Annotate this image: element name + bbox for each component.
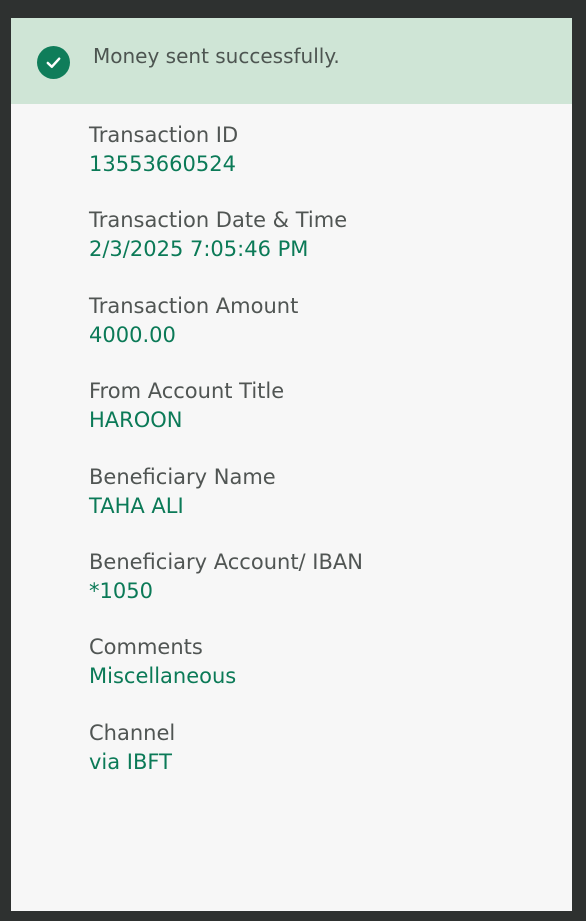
detail-comments: Comments Miscellaneous <box>89 634 552 719</box>
detail-transaction-id: Transaction ID 13553660524 <box>89 122 552 207</box>
detail-value: 4000.00 <box>89 322 176 347</box>
success-banner: Money sent successfully. <box>11 18 572 104</box>
detail-value: TAHA ALI <box>89 493 184 518</box>
detail-value: 2/3/2025 7:05:46 PM <box>89 237 309 262</box>
detail-transaction-datetime: Transaction Date & Time 2/3/2025 7:05:46… <box>89 207 552 292</box>
detail-from-account-title: From Account Title HAROON <box>89 378 552 463</box>
detail-label: Transaction ID <box>89 123 239 147</box>
detail-beneficiary-name: Beneficiary Name TAHA ALI <box>89 464 552 549</box>
detail-label: Comments <box>89 635 203 660</box>
detail-label: Beneficiary Account/ IBAN <box>89 549 363 574</box>
detail-channel: Channel via IBFT <box>89 720 552 805</box>
detail-label: Channel <box>89 720 176 745</box>
detail-transaction-amount: Transaction Amount 4000.00 <box>89 293 552 378</box>
detail-value: 13553660524 <box>89 152 236 176</box>
detail-value: *1050 <box>89 578 153 603</box>
detail-value: via IBFT <box>89 749 172 774</box>
success-message: Money sent successfully. <box>93 44 340 68</box>
receipt-card: Money sent successfully. Transaction ID … <box>11 18 572 911</box>
detail-beneficiary-account: Beneficiary Account/ IBAN *1050 <box>89 549 552 634</box>
transaction-details: Transaction ID 13553660524 Transaction D… <box>89 122 552 805</box>
check-circle-icon <box>37 46 70 79</box>
detail-value: HAROON <box>89 408 183 433</box>
detail-label: Transaction Amount <box>89 293 299 318</box>
detail-label: Transaction Date & Time <box>89 208 348 233</box>
detail-label: From Account Title <box>89 379 285 404</box>
detail-value: Miscellaneous <box>89 664 237 689</box>
detail-label: Beneficiary Name <box>89 464 276 489</box>
